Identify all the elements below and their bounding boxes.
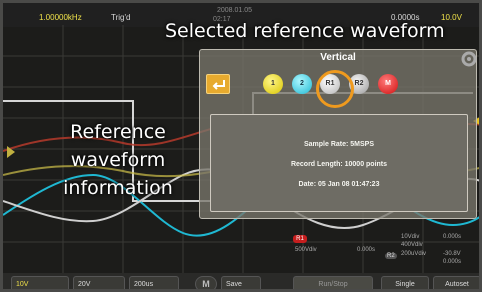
callout-reference-info: Reference waveform information bbox=[63, 121, 173, 199]
single-button[interactable]: Single bbox=[381, 276, 429, 289]
vertical-menu-panel: Vertical 1 2 R1 R2 M Sample Rate: 5MSPS … bbox=[199, 49, 477, 219]
ch1-sub-button[interactable]: 20V bbox=[73, 276, 125, 289]
reference-info-box: Sample Rate: 5MSPS Record Length: 10000 … bbox=[210, 114, 468, 212]
channel-2-button[interactable]: 2 bbox=[292, 74, 312, 94]
r1-value-2: 400Vdiv bbox=[401, 242, 423, 248]
r2-value-2: -30.8V bbox=[443, 251, 461, 257]
timebase-button[interactable]: 200us bbox=[129, 276, 179, 289]
math-button[interactable]: M bbox=[378, 74, 398, 94]
trigger-status: Trig'd bbox=[111, 13, 131, 22]
panel-title: Vertical bbox=[320, 52, 356, 63]
bottom-menu-bar: 10V 20V 200us M Save PNG Run/Stop Single… bbox=[3, 273, 479, 289]
ch1-sub-text: 20V bbox=[78, 281, 91, 288]
channel-1-button[interactable]: 1 bbox=[263, 74, 283, 94]
r1-badge: R1 bbox=[293, 235, 307, 243]
math-menu-button[interactable]: M bbox=[195, 276, 217, 289]
r1-value: 0.000s bbox=[357, 247, 376, 253]
frequency-readout: 1.00000kHz bbox=[39, 13, 82, 22]
save-date-text: Date: 05 Jan 08 01:47:23 bbox=[298, 181, 380, 188]
date-readout: 2008.01.05 bbox=[217, 7, 253, 14]
r1-scale-2: 10Vdiv bbox=[401, 234, 420, 240]
sample-rate-text: Sample Rate: 5MSPS bbox=[303, 141, 375, 148]
r1-scale: 500Vdiv bbox=[295, 247, 317, 253]
ch1-scale-text: 10V bbox=[16, 281, 29, 288]
selection-highlight-ring bbox=[316, 70, 354, 108]
r2-value: 0.000s bbox=[443, 234, 462, 240]
reference-measure-readout: R1 500Vdiv 0.000s 10Vdiv 400Vdiv R2 200u… bbox=[293, 231, 479, 271]
r2-badge: R2 bbox=[385, 253, 397, 259]
r2-value-3: 0.000s bbox=[443, 259, 462, 265]
back-button[interactable] bbox=[206, 74, 230, 94]
timebase-text: 200us bbox=[134, 281, 154, 288]
callout-selected-reference: Selected reference waveform bbox=[165, 20, 445, 42]
record-length-text: Record Length: 10000 points bbox=[290, 161, 388, 168]
ch1-scale-button[interactable]: 10V bbox=[11, 276, 69, 289]
ground-marker-icon bbox=[7, 146, 15, 158]
run-stop-button[interactable]: Run/Stop bbox=[293, 276, 373, 289]
settings-gear-icon[interactable] bbox=[459, 49, 479, 69]
save-button[interactable]: Save PNG bbox=[221, 276, 261, 289]
return-arrow-icon bbox=[212, 80, 225, 90]
r2-scale: 200uVdiv bbox=[401, 251, 427, 257]
autoset-button[interactable]: Autoset bbox=[433, 276, 479, 289]
